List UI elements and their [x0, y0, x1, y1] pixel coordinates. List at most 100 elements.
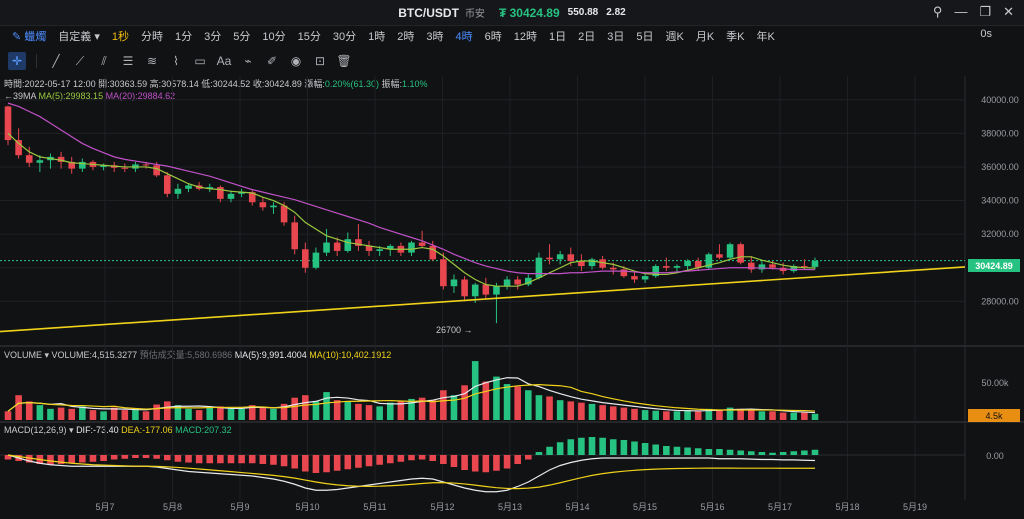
candle-body [631, 276, 638, 280]
x-tick-label: 5月7 [95, 502, 114, 512]
macd-bar [663, 446, 670, 455]
volume-bar [333, 400, 341, 420]
macd-bar [440, 455, 447, 464]
macd-bar [769, 452, 776, 455]
candle-body [482, 284, 490, 295]
volume-bar [567, 401, 575, 420]
low-price-marker: 26700 → [436, 325, 473, 335]
volume-bar [270, 408, 277, 420]
y-tick-label: 34000.00 [981, 196, 1019, 206]
volume-bar [779, 412, 787, 420]
candle-body [121, 167, 129, 169]
volume-bar [355, 403, 362, 420]
volume-bar [25, 401, 33, 420]
volume-bar [302, 395, 309, 420]
volume-bar [217, 406, 224, 420]
volume-bar [663, 411, 670, 420]
macd-axis-label: 0.00 [986, 451, 1004, 461]
candle-body [716, 254, 723, 258]
volume-bar [716, 410, 723, 420]
macd-bar [801, 450, 808, 455]
candle-body [811, 261, 819, 267]
macd-bar [546, 446, 553, 455]
candle-body [174, 188, 182, 194]
volume-bar [450, 395, 458, 420]
candle-body [556, 254, 564, 260]
x-tick-label: 5月8 [163, 502, 182, 512]
candle-body [291, 222, 298, 250]
macd-bar [747, 451, 755, 455]
macd-bar [461, 455, 468, 470]
candle-body [408, 242, 415, 253]
macd-bar [535, 452, 543, 455]
volume-bar [535, 395, 543, 420]
candle-body [620, 269, 628, 277]
macd-bar [270, 455, 277, 465]
macd-bar [121, 455, 129, 459]
macd-bar [174, 455, 182, 462]
candle-body [376, 249, 383, 251]
macd-bar [471, 455, 479, 472]
volume-bar [811, 413, 819, 420]
volume-bar [132, 408, 139, 420]
chart-canvas[interactable]: 5月7 5月8 5月9 5月10 5月11 5月12 5月13 5月14 5月15 5月16 5月1… [0, 0, 1024, 519]
macd-bar [227, 455, 235, 464]
candle-body [142, 164, 150, 166]
volume-bar [36, 405, 44, 420]
x-tick-label: 5月19 [903, 502, 927, 512]
candle-body [270, 205, 277, 208]
candle-body [440, 259, 447, 287]
candle-body [344, 239, 352, 251]
candle-body [418, 242, 426, 246]
volume-bar [227, 408, 235, 420]
candle-body [227, 193, 235, 199]
y-tick-label: 40000.00 [981, 95, 1019, 105]
volume-bar [461, 385, 468, 420]
macd-bar [195, 455, 203, 464]
macd-bar [429, 455, 437, 461]
volume-bar [291, 397, 298, 420]
x-tick-label: 5月12 [430, 502, 454, 512]
volume-bar [47, 408, 54, 420]
macd-bar [641, 443, 649, 455]
trend-line [0, 266, 966, 333]
macd-bar [779, 452, 787, 455]
macd-bar [217, 455, 224, 464]
volume-bar [15, 395, 22, 420]
candle-body [535, 257, 543, 278]
macd-bar [450, 455, 458, 467]
volume-bar [503, 384, 511, 420]
macd-bar [726, 449, 734, 455]
volume-bar [163, 401, 171, 420]
macd-bar [185, 455, 192, 463]
x-tick-label: 5月14 [565, 502, 589, 512]
candle-body [503, 279, 511, 287]
macd-bar [323, 455, 330, 473]
x-tick-label: 5月11 [363, 502, 386, 512]
macd-bar [302, 455, 309, 472]
candle-body [185, 185, 192, 189]
x-tick-label: 5月17 [768, 502, 792, 512]
candle-body [25, 155, 33, 163]
x-tick-label: 5月10 [295, 502, 319, 512]
volume-bar [153, 404, 160, 420]
volume-bar [684, 410, 691, 420]
macd-bar [79, 455, 86, 463]
volume-bar [514, 386, 521, 420]
macd-bar [525, 455, 532, 460]
candle-body [450, 279, 458, 287]
volume-bar [620, 407, 628, 420]
volume-bar [386, 402, 394, 420]
macd-bar [376, 455, 383, 465]
candle-body [15, 140, 22, 156]
candle-body [641, 276, 649, 280]
macd-bar [110, 455, 118, 460]
candle-body [609, 267, 617, 270]
volume-bar [790, 412, 798, 420]
macd-bar [493, 455, 500, 471]
volume-bar [578, 402, 585, 420]
volume-bar [673, 411, 681, 420]
macd-bar [599, 437, 606, 455]
y-tick-label: 28000.00 [981, 296, 1019, 306]
ma5-line [7, 132, 816, 287]
